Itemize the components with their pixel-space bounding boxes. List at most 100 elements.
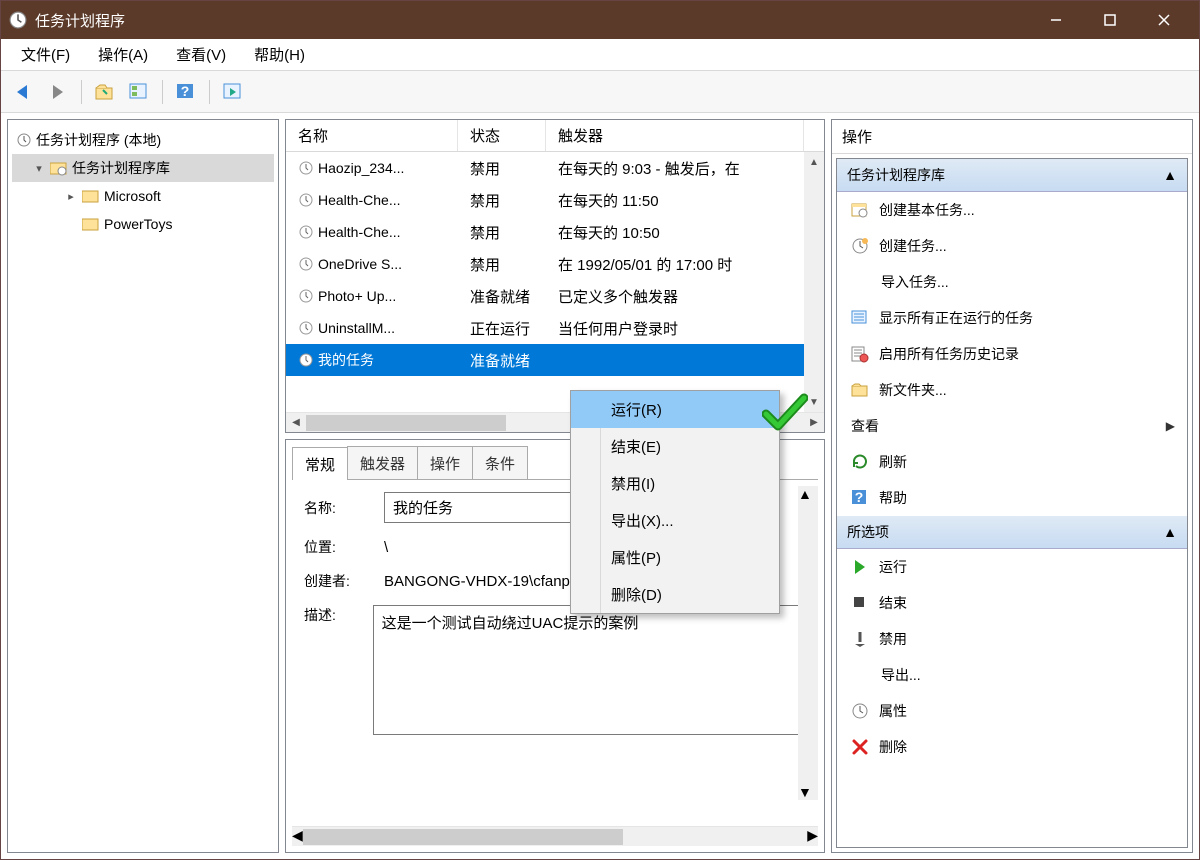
ctx-delete[interactable]: 删除(D) — [571, 576, 779, 613]
chevron-right-icon[interactable]: ▸ — [64, 190, 78, 203]
action-label: 导入任务... — [881, 272, 949, 292]
menu-file[interactable]: 文件(F) — [7, 40, 84, 69]
action-label: 查看 — [851, 416, 879, 436]
ctx-properties[interactable]: 属性(P) — [571, 539, 779, 576]
disable-icon — [851, 630, 869, 648]
tree-child-label: PowerToys — [104, 216, 172, 232]
task-name: Photo+ Up... — [318, 288, 396, 304]
properties-button[interactable] — [124, 77, 154, 107]
tab-triggers[interactable]: 触发器 — [347, 446, 418, 479]
chevron-down-icon[interactable]: ▾ — [32, 162, 46, 175]
run-button[interactable] — [218, 77, 248, 107]
toolbar-separator — [209, 80, 210, 104]
task-row[interactable]: Health-Che...禁用在每天的 10:50 — [286, 216, 824, 248]
clock-icon — [298, 192, 314, 208]
tab-general[interactable]: 常规 — [292, 447, 348, 480]
calendar-new-icon — [851, 237, 869, 255]
ctx-disable[interactable]: 禁用(I) — [571, 465, 779, 502]
col-header-name[interactable]: 名称 — [286, 120, 458, 151]
scroll-down-icon[interactable]: ▼ — [798, 784, 818, 800]
toolbar: ? — [1, 71, 1199, 113]
delete-icon — [851, 738, 869, 756]
task-row[interactable]: Photo+ Up...准备就绪已定义多个触发器 — [286, 280, 824, 312]
scroll-right-icon[interactable]: ▶ — [807, 827, 818, 846]
folder-icon — [82, 216, 100, 232]
scroll-up-icon[interactable]: ▲ — [798, 486, 818, 502]
tree-child-label: Microsoft — [104, 188, 161, 204]
task-row[interactable]: Haozip_234...禁用在每天的 9:03 - 触发后，在 — [286, 152, 824, 184]
action-禁用[interactable]: 禁用 — [837, 621, 1187, 657]
tree-pane: 任务计划程序 (本地) ▾ 任务计划程序库 ▸ Microsoft PowerT… — [7, 119, 279, 853]
tree-item-microsoft[interactable]: ▸ Microsoft — [12, 182, 274, 210]
tree-library[interactable]: ▾ 任务计划程序库 — [12, 154, 274, 182]
details-horizontal-scrollbar[interactable]: ◀ ▶ — [292, 826, 818, 846]
action-删除[interactable]: 删除 — [837, 729, 1187, 765]
nav-forward-button[interactable] — [43, 77, 73, 107]
action-启用所有任务历史记录[interactable]: 启用所有任务历史记录 — [837, 336, 1187, 372]
col-header-trigger[interactable]: 触发器 — [546, 120, 804, 151]
col-header-status[interactable]: 状态 — [458, 120, 546, 151]
collapse-icon[interactable]: ▲ — [1163, 167, 1177, 183]
action-创建任务[interactable]: 创建任务... — [837, 228, 1187, 264]
minimize-button[interactable] — [1029, 1, 1083, 39]
window-title: 任务计划程序 — [35, 10, 1029, 31]
titlebar: 任务计划程序 — [1, 1, 1199, 39]
tree-item-powertoys[interactable]: PowerToys — [12, 210, 274, 238]
action-新文件夹[interactable]: 新文件夹... — [837, 372, 1187, 408]
ctx-end[interactable]: 结束(E) — [571, 428, 779, 465]
section-selected-items: 运行结束禁用导出...属性删除 — [837, 549, 1187, 765]
section-library-label: 任务计划程序库 — [847, 165, 945, 185]
task-status: 禁用 — [458, 222, 546, 243]
action-label: 显示所有正在运行的任务 — [879, 308, 1033, 328]
task-row[interactable]: 我的任务准备就绪 — [286, 344, 824, 376]
scroll-left-icon[interactable]: ◀ — [292, 827, 303, 846]
task-row[interactable]: Health-Che...禁用在每天的 11:50 — [286, 184, 824, 216]
stop-icon — [851, 594, 869, 612]
scroll-up-icon[interactable]: ▲ — [804, 152, 824, 172]
task-trigger: 在 1992/05/01 的 17:00 时 — [546, 254, 824, 275]
scroll-left-icon[interactable]: ◀ — [286, 413, 306, 432]
toolbar-separator — [81, 80, 82, 104]
collapse-icon[interactable]: ▲ — [1163, 524, 1177, 540]
clock-icon — [16, 132, 32, 148]
tree-root[interactable]: 任务计划程序 (本地) — [12, 126, 274, 154]
action-查看[interactable]: 查看▶ — [837, 408, 1187, 444]
action-结束[interactable]: 结束 — [837, 585, 1187, 621]
section-library[interactable]: 任务计划程序库 ▲ — [837, 159, 1187, 192]
menu-help[interactable]: 帮助(H) — [240, 40, 319, 69]
maximize-button[interactable] — [1083, 1, 1137, 39]
close-button[interactable] — [1137, 1, 1191, 39]
up-level-button[interactable] — [90, 77, 120, 107]
scroll-thumb[interactable] — [306, 415, 506, 431]
clock-icon — [298, 256, 314, 272]
action-显示所有正在运行的任务[interactable]: 显示所有正在运行的任务 — [837, 300, 1187, 336]
action-帮助[interactable]: ?帮助 — [837, 480, 1187, 516]
help-button[interactable]: ? — [171, 77, 201, 107]
task-row[interactable]: UninstallM...正在运行当任何用户登录时 — [286, 312, 824, 344]
task-list-body[interactable]: Haozip_234...禁用在每天的 9:03 - 触发后，在Health-C… — [286, 152, 824, 412]
ctx-export[interactable]: 导出(X)... — [571, 502, 779, 539]
vertical-scrollbar[interactable]: ▲ ▼ — [804, 152, 824, 412]
menu-view[interactable]: 查看(V) — [162, 40, 240, 69]
tab-actions[interactable]: 操作 — [417, 446, 473, 479]
label-location: 位置: — [304, 537, 384, 557]
menu-action[interactable]: 操作(A) — [84, 40, 162, 69]
nav-back-button[interactable] — [9, 77, 39, 107]
action-创建基本任务[interactable]: 创建基本任务... — [837, 192, 1187, 228]
tab-conditions[interactable]: 条件 — [472, 446, 528, 479]
action-导入任务[interactable]: 导入任务... — [837, 264, 1187, 300]
tree-root-label: 任务计划程序 (本地) — [36, 130, 161, 150]
action-属性[interactable]: 属性 — [837, 693, 1187, 729]
folder-icon — [851, 381, 869, 399]
clock-icon — [298, 288, 314, 304]
ctx-run[interactable]: 运行(R) — [571, 391, 779, 428]
action-导出[interactable]: 导出... — [837, 657, 1187, 693]
action-刷新[interactable]: 刷新 — [837, 444, 1187, 480]
task-name: OneDrive S... — [318, 256, 402, 272]
navigation-tree[interactable]: 任务计划程序 (本地) ▾ 任务计划程序库 ▸ Microsoft PowerT… — [8, 120, 278, 244]
task-row[interactable]: OneDrive S...禁用在 1992/05/01 的 17:00 时 — [286, 248, 824, 280]
details-vertical-scrollbar[interactable]: ▲ ▼ — [798, 486, 818, 800]
section-selected[interactable]: 所选项 ▲ — [837, 516, 1187, 549]
task-description-field[interactable]: 这是一个测试自动绕过UAC提示的案例 — [373, 605, 806, 735]
action-运行[interactable]: 运行 — [837, 549, 1187, 585]
